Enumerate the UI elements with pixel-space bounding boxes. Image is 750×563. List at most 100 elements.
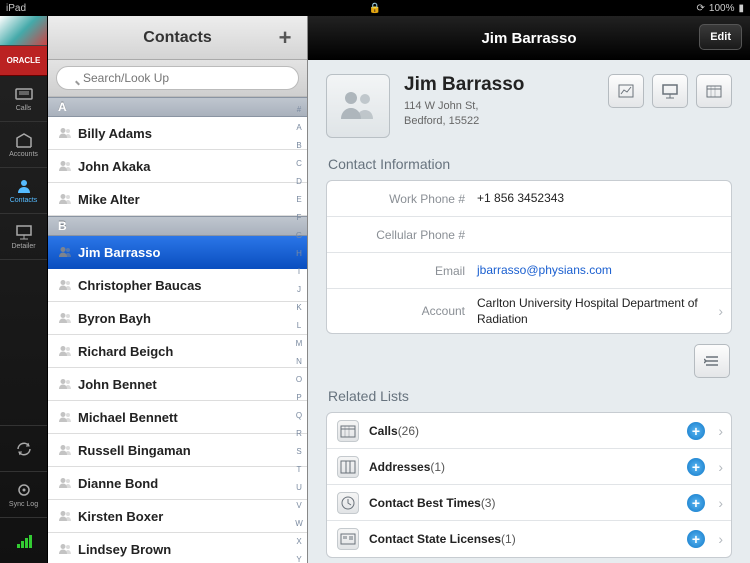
status-bar: iPad 🔒 ⟳ 100% ▮ xyxy=(0,0,750,16)
person-icon xyxy=(14,177,34,195)
related-count: (26) xyxy=(398,424,419,438)
alpha-letter[interactable]: T xyxy=(293,461,305,478)
contact-row[interactable]: Lindsey Brown xyxy=(48,533,307,563)
contact-row[interactable]: Christopher Baucas xyxy=(48,269,307,302)
contact-row[interactable]: Kirsten Boxer xyxy=(48,500,307,533)
alpha-letter[interactable]: E xyxy=(293,191,305,208)
alpha-letter[interactable]: L xyxy=(293,317,305,334)
card-icon xyxy=(337,528,359,550)
alpha-letter[interactable]: K xyxy=(293,299,305,316)
contact-row[interactable]: Michael Bennett xyxy=(48,401,307,434)
people-icon xyxy=(58,345,72,357)
related-row[interactable]: Calls (26)+› xyxy=(327,413,731,449)
building-icon xyxy=(14,131,34,149)
nav-item-contacts[interactable]: Contacts xyxy=(0,168,47,214)
people-icon xyxy=(58,477,72,489)
alpha-letter[interactable]: D xyxy=(293,173,305,190)
add-contact-button[interactable]: + xyxy=(273,26,297,50)
alpha-letter[interactable]: V xyxy=(293,497,305,514)
contact-row[interactable]: Richard Beigch xyxy=(48,335,307,368)
alpha-letter[interactable]: M xyxy=(293,335,305,352)
app-nav: ORACLE CallsAccountsContactsDetailer Syn… xyxy=(0,16,48,563)
info-row-cell-phone[interactable]: Cellular Phone # xyxy=(327,217,731,253)
contact-row[interactable]: Jim Barrasso xyxy=(48,236,307,269)
calendar-icon xyxy=(706,84,722,98)
contact-row[interactable]: John Akaka xyxy=(48,150,307,183)
nav-label: Sync Log xyxy=(9,501,38,508)
contact-row[interactable]: Dianne Bond xyxy=(48,467,307,500)
related-count: (1) xyxy=(501,532,516,546)
related-row[interactable]: Addresses (1)+› xyxy=(327,449,731,485)
info-row-account[interactable]: Account Carlton University Hospital Depa… xyxy=(327,289,731,333)
related-label: Contact State Licenses xyxy=(369,532,501,546)
alpha-letter[interactable]: U xyxy=(293,479,305,496)
alpha-letter[interactable]: S xyxy=(293,443,305,460)
hero-action-button[interactable] xyxy=(696,74,732,108)
hero-action-button[interactable] xyxy=(608,74,644,108)
related-row[interactable]: Contact State Licenses (1)+› xyxy=(327,521,731,557)
alpha-letter[interactable]: Y xyxy=(293,551,305,563)
contact-row[interactable]: Byron Bayh xyxy=(48,302,307,335)
info-row-email[interactable]: Email jbarrasso@physians.com xyxy=(327,253,731,289)
contact-row[interactable]: John Bennet xyxy=(48,368,307,401)
label-account: Account xyxy=(327,304,477,318)
nav-item-accounts[interactable]: Accounts xyxy=(0,122,47,168)
contact-name: Jim Barrasso xyxy=(78,245,160,260)
alpha-letter[interactable]: # xyxy=(293,101,305,118)
contact-hero: Jim Barrasso 114 W John St, Bedford, 155… xyxy=(326,74,732,138)
alpha-letter[interactable]: W xyxy=(293,515,305,532)
people-icon xyxy=(58,193,72,205)
contact-row[interactable]: Billy Adams xyxy=(48,117,307,150)
nav-item-signal[interactable] xyxy=(0,517,47,563)
nav-item-synclog[interactable]: Sync Log xyxy=(0,471,47,517)
contact-row[interactable]: Russell Bingaman xyxy=(48,434,307,467)
add-icon[interactable]: + xyxy=(687,530,705,548)
add-icon[interactable]: + xyxy=(687,422,705,440)
section-title-related: Related Lists xyxy=(328,388,730,404)
alpha-letter[interactable]: R xyxy=(293,425,305,442)
contact-info-table: Work Phone # +1 856 3452343 Cellular Pho… xyxy=(326,180,732,334)
hero-action-button[interactable] xyxy=(652,74,688,108)
alpha-letter[interactable]: I xyxy=(293,263,305,280)
alpha-letter[interactable]: G xyxy=(293,227,305,244)
alpha-letter[interactable]: F xyxy=(293,209,305,226)
alpha-letter[interactable]: H xyxy=(293,245,305,262)
related-row[interactable]: Contact Best Times (3)+› xyxy=(327,485,731,521)
avatar xyxy=(326,74,390,138)
people-icon xyxy=(58,543,72,555)
signal-icon xyxy=(14,532,34,550)
alpha-letter[interactable]: O xyxy=(293,371,305,388)
search-input[interactable] xyxy=(56,66,299,90)
alpha-index[interactable]: #ABCDEFGHIJKLMNOPQRSTUVWXYZ xyxy=(293,97,305,563)
contacts-header: Contacts + xyxy=(48,16,307,60)
alpha-letter[interactable]: J xyxy=(293,281,305,298)
sync-icon xyxy=(14,440,34,458)
nav-item-calls[interactable]: Calls xyxy=(0,76,47,122)
map-icon xyxy=(337,456,359,478)
alpha-letter[interactable]: X xyxy=(293,533,305,550)
alpha-letter[interactable]: P xyxy=(293,389,305,406)
nav-label: Calls xyxy=(16,105,32,112)
alpha-letter[interactable]: C xyxy=(293,155,305,172)
related-label: Contact Best Times xyxy=(369,496,481,510)
detail-title: Jim Barrasso xyxy=(481,30,576,47)
nav-item-sync[interactable] xyxy=(0,425,47,471)
list-toggle-button[interactable] xyxy=(694,344,730,378)
related-label: Addresses xyxy=(369,460,430,474)
nav-item-detailer[interactable]: Detailer xyxy=(0,214,47,260)
value-email: jbarrasso@physians.com xyxy=(477,256,711,284)
contact-name: John Bennet xyxy=(78,377,157,392)
people-icon xyxy=(58,444,72,456)
info-row-work-phone[interactable]: Work Phone # +1 856 3452343 xyxy=(327,181,731,217)
add-icon[interactable]: + xyxy=(687,494,705,512)
alpha-letter[interactable]: Q xyxy=(293,407,305,424)
edit-button[interactable]: Edit xyxy=(699,24,742,50)
contact-row[interactable]: Mike Alter xyxy=(48,183,307,216)
alpha-letter[interactable]: B xyxy=(293,137,305,154)
related-count: (3) xyxy=(481,496,496,510)
add-icon[interactable]: + xyxy=(687,458,705,476)
alpha-letter[interactable]: N xyxy=(293,353,305,370)
alpha-letter[interactable]: A xyxy=(293,119,305,136)
people-icon xyxy=(58,246,72,258)
contact-name: Dianne Bond xyxy=(78,476,158,491)
